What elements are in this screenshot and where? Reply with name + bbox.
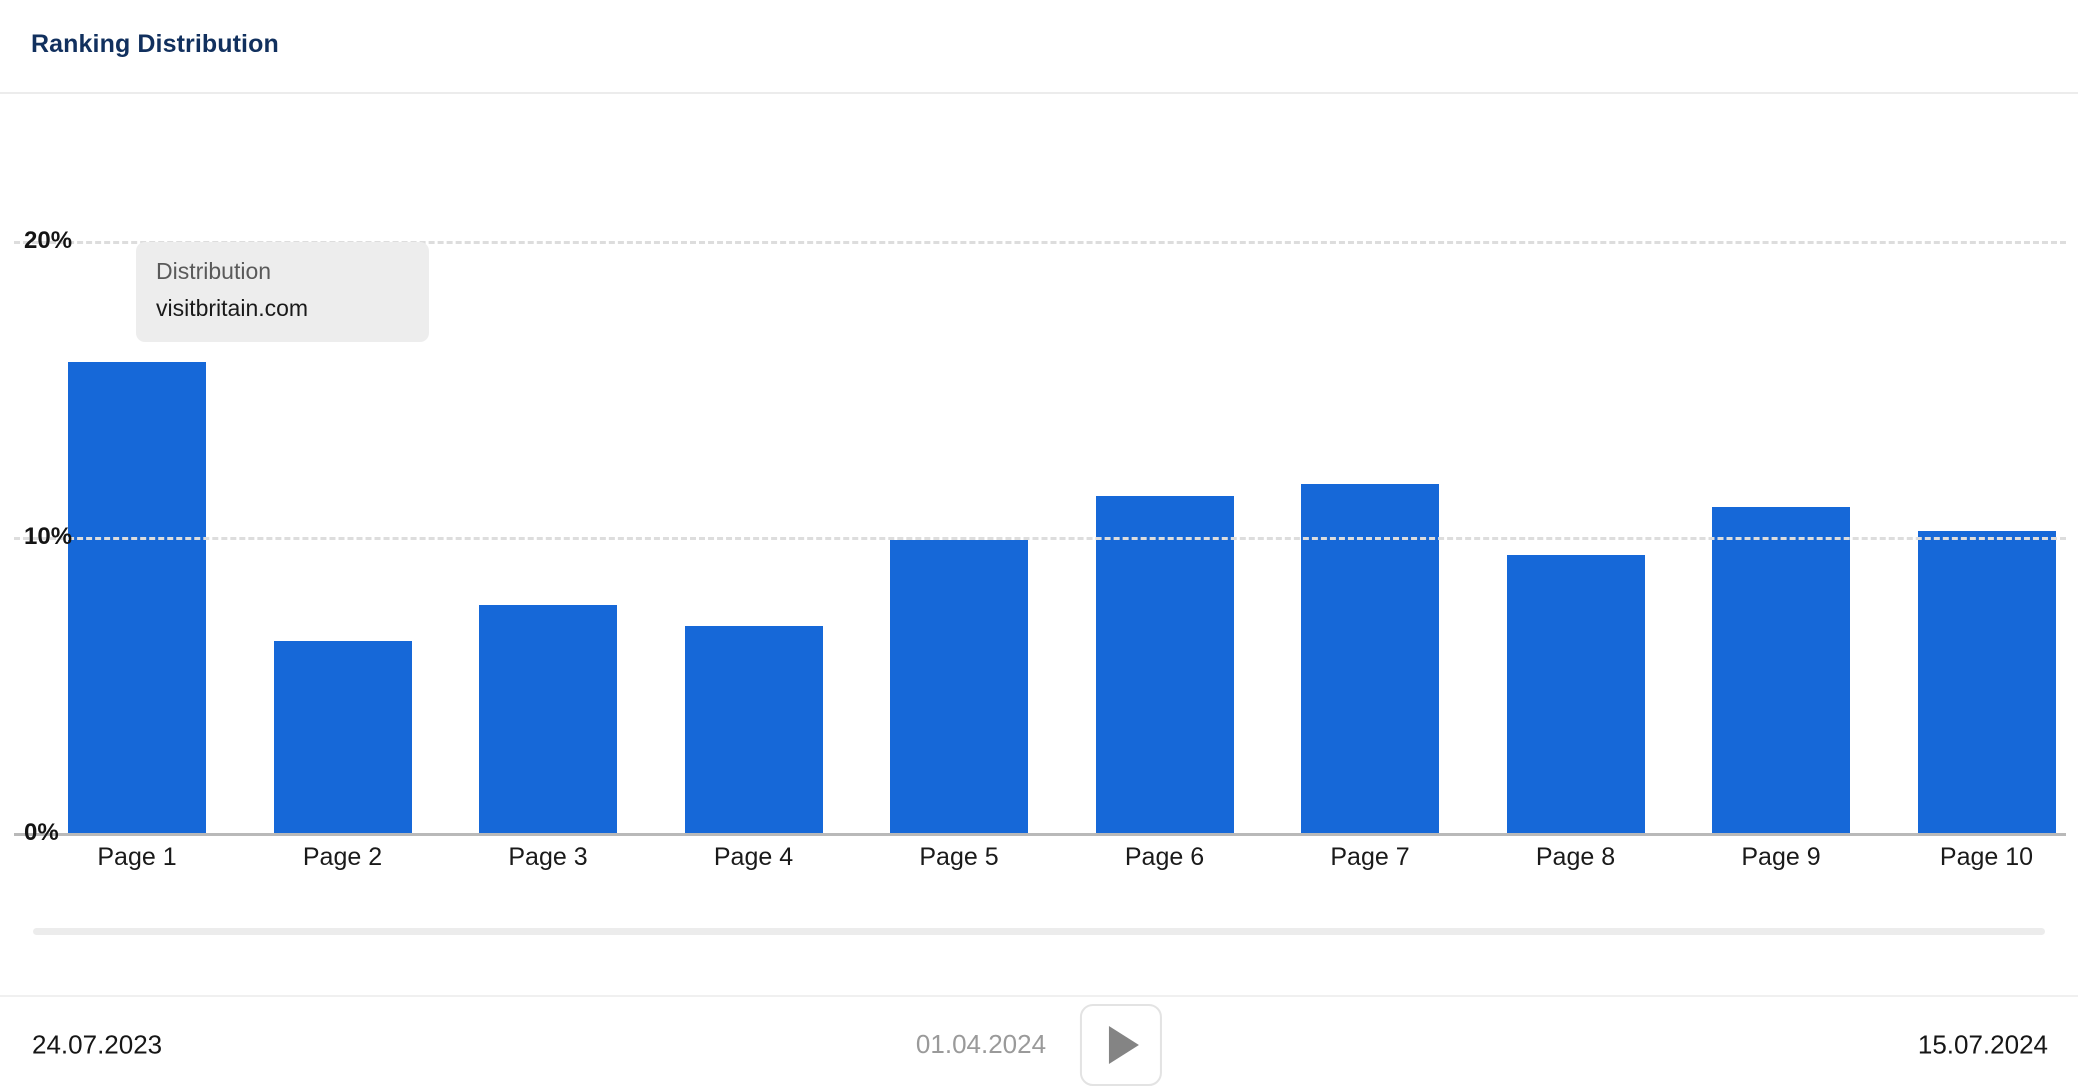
chart-tooltip: Distribution visitbritain.com <box>136 242 429 343</box>
bar-column[interactable]: Page 2 <box>273 640 412 871</box>
playback-controls: 01.04.2024 <box>915 1003 1163 1086</box>
bar-column[interactable]: Page 5 <box>890 539 1028 871</box>
y-axis-tick-label: 20% <box>24 227 73 254</box>
bar[interactable] <box>1712 507 1850 833</box>
tooltip-series-label: Distribution <box>156 258 272 284</box>
timeline-footer: 24.07.2023 01.04.2024 15.07.2024 <box>0 997 2078 1092</box>
bar-chart-plot: Page 1 Page 2 Page 3 Page 4 Page 5 Page 6 Page… <box>0 94 2078 900</box>
y-axis-tick-label: 10% <box>24 523 73 550</box>
timeline-start-date: 24.07.2023 <box>32 1029 163 1059</box>
bar-column[interactable]: Page 4 <box>684 625 823 871</box>
x-axis-tick-label: Page 4 <box>713 843 794 871</box>
bar[interactable] <box>273 640 412 833</box>
bar-column[interactable]: Page 9 <box>1712 507 1850 871</box>
y-axis-tick-label: 0% <box>24 819 59 846</box>
ranking-distribution-card: Ranking Distribution Page 1 Page 2 Page 3P… <box>0 0 2078 1092</box>
bar-column[interactable]: Page 10 <box>1917 531 2056 871</box>
bar-column[interactable]: Page 6 <box>1095 495 1234 871</box>
gridline <box>14 537 2066 540</box>
bar[interactable] <box>1506 554 1645 833</box>
bar-column[interactable]: Page 3 <box>479 605 617 871</box>
tooltip-value-label: visitbritain.com <box>156 295 309 322</box>
timeline-end-date: 15.07.2024 <box>1917 1029 2048 1059</box>
bars-layer: Page 1 Page 2 Page 3 Page 4 Page 5 Page 6 Page… <box>0 94 2078 900</box>
y-axis-baseline <box>14 833 2066 836</box>
play-button[interactable] <box>1080 1003 1163 1086</box>
chart-area: Page 1 Page 2 Page 3 Page 4 Page 5 Page 6 Page… <box>0 94 2078 900</box>
bar[interactable] <box>1095 495 1234 833</box>
bar-column[interactable]: Page 1 <box>68 362 206 871</box>
page-title: Ranking Distribution <box>31 30 279 58</box>
bar[interactable] <box>479 605 617 833</box>
x-axis-tick-label: Page 1 <box>97 843 177 871</box>
bar[interactable] <box>1917 531 2056 833</box>
x-axis-tick-label: Page 2 <box>302 843 383 871</box>
bar[interactable] <box>890 539 1028 833</box>
bar-column[interactable]: Page 8 <box>1506 554 1645 871</box>
timeline-slider-track[interactable] <box>33 928 2045 935</box>
x-axis-tick-label: Page 5 <box>919 843 999 871</box>
x-axis-tick-label: Page 8 <box>1535 843 1616 871</box>
x-axis-tick-label: Page 3 <box>508 843 588 871</box>
card-header: Ranking Distribution <box>0 0 2078 94</box>
x-axis-tick-label: Page 9 <box>1741 843 1821 871</box>
x-axis-tick-label: Page 6 <box>1124 843 1205 871</box>
play-icon <box>1109 1025 1140 1064</box>
timeline-current-date: 01.04.2024 <box>915 1029 1047 1059</box>
bar[interactable] <box>68 362 206 833</box>
bar[interactable] <box>684 625 823 833</box>
x-axis-tick-label: Page 7 <box>1330 843 1410 871</box>
x-axis-tick-label: Page 10 <box>1939 843 2034 871</box>
